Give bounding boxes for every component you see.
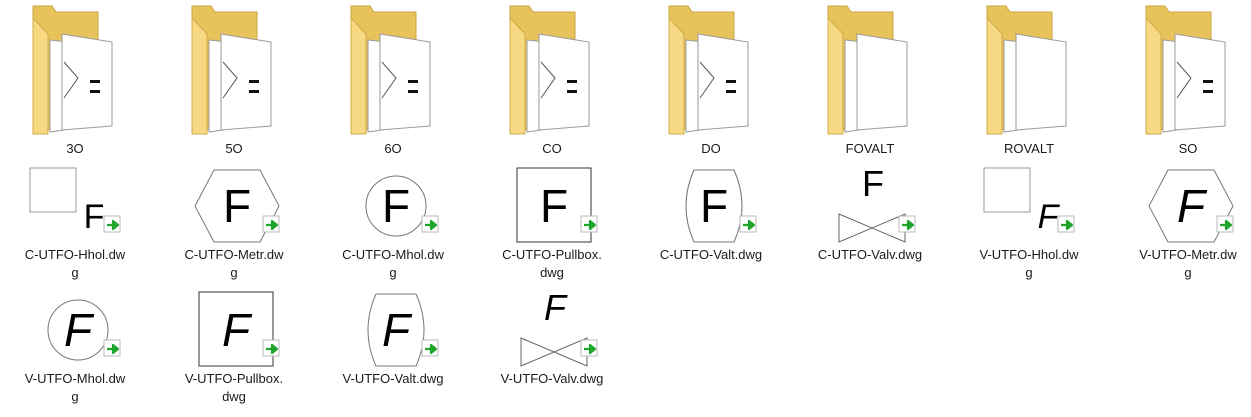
file-label: C-UTFO-Pullbox. dwg bbox=[502, 247, 602, 280]
folder-label: ROVALT bbox=[1003, 141, 1055, 156]
file-label: V-UTFO-Metr.dw g bbox=[1139, 247, 1237, 280]
dwg-thumbnail-icon: F bbox=[194, 169, 280, 243]
folder-label: 3O bbox=[66, 141, 84, 156]
shortcut-arrow-icon bbox=[421, 215, 439, 233]
file-label: C-UTFO-Valt.dwg bbox=[659, 247, 763, 262]
dwg-file-item[interactable]: F C-UTFO-Mhol.dw g bbox=[318, 166, 468, 280]
folder-label: CO bbox=[542, 141, 562, 156]
dwg-thumbnail-icon: F bbox=[685, 169, 757, 243]
folder-icon bbox=[191, 5, 272, 135]
folder-icon bbox=[1145, 5, 1226, 135]
dwg-thumbnail-icon: F bbox=[367, 293, 439, 367]
symbol-letter: F bbox=[84, 198, 105, 236]
dwg-file-item[interactable]: F V-UTFO-Metr.dw g bbox=[1113, 166, 1251, 280]
folder-label: FOVALT bbox=[845, 141, 895, 156]
dwg-thumbnail-icon: F bbox=[365, 175, 439, 237]
folder-item[interactable]: 6O bbox=[318, 0, 468, 156]
shortcut-arrow-icon bbox=[1057, 215, 1075, 233]
file-label: C-UTFO-Mhol.dw g bbox=[342, 247, 444, 280]
file-label: V-UTFO-Valt.dwg bbox=[342, 371, 444, 386]
dwg-file-item[interactable]: F C-UTFO-Valt.dwg bbox=[636, 166, 786, 262]
dwg-thumbnail-icon: F bbox=[198, 291, 280, 367]
symbol-letter: F bbox=[382, 304, 413, 356]
symbol-letter: F bbox=[1177, 180, 1208, 232]
folder-icon bbox=[668, 5, 749, 135]
folder-item[interactable]: CO bbox=[477, 0, 627, 156]
dwg-thumbnail-icon: F bbox=[516, 167, 598, 243]
folder-item[interactable]: DO bbox=[636, 0, 786, 156]
file-label: V-UTFO-Mhol.dw g bbox=[24, 371, 126, 404]
symbol-letter: F bbox=[223, 180, 251, 232]
file-label: C-UTFO-Valv.dwg bbox=[817, 247, 923, 262]
shortcut-arrow-icon bbox=[262, 215, 280, 233]
shortcut-arrow-icon bbox=[898, 215, 916, 233]
dwg-file-item[interactable]: F C-UTFO-Valv.dwg bbox=[795, 166, 945, 262]
dwg-file-item[interactable]: F V-UTFO-Mhol.dw g bbox=[0, 290, 150, 404]
shortcut-arrow-icon bbox=[580, 339, 598, 357]
dwg-file-item[interactable]: F C-UTFO-Pullbox. dwg bbox=[477, 166, 627, 280]
dwg-thumbnail-icon: F bbox=[838, 166, 916, 243]
symbol-letter: F bbox=[382, 180, 410, 232]
shortcut-arrow-icon bbox=[421, 339, 439, 357]
folder-item[interactable]: 5O bbox=[159, 0, 309, 156]
folder-label: 6O bbox=[384, 141, 402, 156]
shortcut-arrow-icon bbox=[262, 339, 280, 357]
shortcut-arrow-icon bbox=[739, 215, 757, 233]
file-label: V-UTFO-Valv.dwg bbox=[500, 371, 604, 386]
dwg-thumbnail-icon: F bbox=[520, 290, 598, 367]
dwg-file-item[interactable]: F V-UTFO-Valt.dwg bbox=[318, 290, 468, 386]
file-label: V-UTFO-Pullbox. dwg bbox=[184, 371, 284, 404]
folder-icon bbox=[986, 5, 1067, 135]
folder-icon bbox=[32, 5, 113, 135]
dwg-file-item[interactable]: F V-UTFO-Hhol.dw g bbox=[954, 166, 1104, 280]
dwg-thumbnail-icon: F bbox=[29, 167, 121, 236]
folder-icon bbox=[509, 5, 590, 135]
dwg-file-item[interactable]: F V-UTFO-Pullbox. dwg bbox=[159, 290, 309, 404]
folder-label: DO bbox=[701, 141, 721, 156]
dwg-file-item[interactable]: F C-UTFO-Hhol.dw g bbox=[0, 166, 150, 280]
folder-item[interactable]: 3O bbox=[0, 0, 150, 156]
folder-label: SO bbox=[1178, 141, 1198, 156]
folder-label: 5O bbox=[225, 141, 243, 156]
file-label: V-UTFO-Hhol.dw g bbox=[979, 247, 1079, 280]
symbol-letter: F bbox=[544, 290, 568, 328]
symbol-letter: F bbox=[1038, 198, 1061, 236]
folder-item[interactable]: FOVALT bbox=[795, 0, 945, 156]
dwg-file-item[interactable]: F C-UTFO-Metr.dw g bbox=[159, 166, 309, 280]
folder-icon bbox=[827, 5, 908, 135]
dwg-thumbnail-icon: F bbox=[983, 167, 1075, 236]
symbol-letter: F bbox=[222, 304, 253, 356]
shortcut-arrow-icon bbox=[1216, 215, 1234, 233]
shortcut-arrow-icon bbox=[103, 215, 121, 233]
dwg-file-item[interactable]: F V-UTFO-Valv.dwg bbox=[477, 290, 627, 386]
folder-icon bbox=[350, 5, 431, 135]
shortcut-arrow-icon bbox=[103, 339, 121, 357]
symbol-letter: F bbox=[540, 180, 568, 232]
file-label: C-UTFO-Metr.dw g bbox=[184, 247, 284, 280]
shortcut-arrow-icon bbox=[580, 215, 598, 233]
symbol-letter: F bbox=[64, 304, 95, 356]
dwg-thumbnail-icon: F bbox=[47, 299, 121, 361]
folder-item[interactable]: ROVALT bbox=[954, 0, 1104, 156]
file-label: C-UTFO-Hhol.dw g bbox=[24, 247, 126, 280]
symbol-letter: F bbox=[862, 166, 884, 204]
folder-item[interactable]: SO bbox=[1113, 0, 1251, 156]
dwg-thumbnail-icon: F bbox=[1148, 169, 1234, 243]
symbol-letter: F bbox=[700, 180, 728, 232]
